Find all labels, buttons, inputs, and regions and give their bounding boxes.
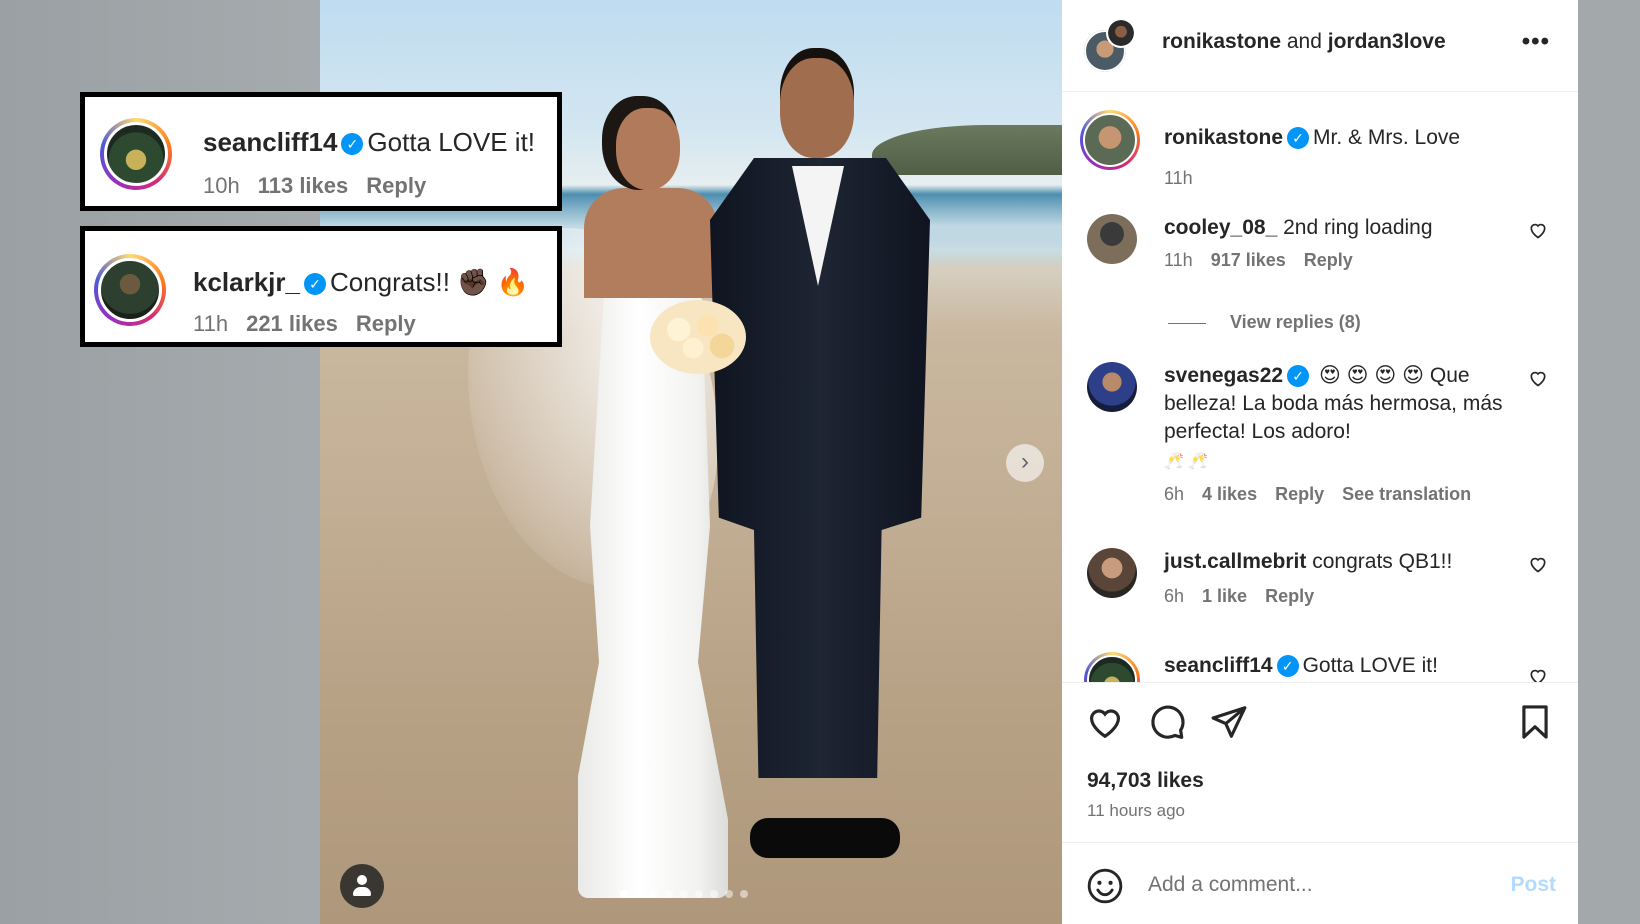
callout-likes[interactable]: 221 likes (246, 311, 338, 336)
caption-username[interactable]: ronikastone (1164, 126, 1283, 149)
callout-text: Gotta LOVE it! (367, 127, 536, 157)
collaborator-username[interactable]: jordan3love (1328, 30, 1446, 53)
photo-groom-head (780, 58, 854, 158)
carousel-dot (650, 890, 658, 898)
next-slide-chevron-icon[interactable]: › (1006, 444, 1044, 482)
author-username[interactable]: ronikastone (1162, 30, 1281, 53)
callout-username[interactable]: kclarkjr_ (193, 267, 300, 297)
comment-icon[interactable] (1148, 703, 1186, 741)
carousel-dot (740, 890, 748, 898)
comment-username[interactable]: seancliff14 (1164, 654, 1273, 677)
comment-likes[interactable]: 1 like (1202, 586, 1247, 606)
post-authors: ronikastone and jordan3love (1162, 30, 1446, 54)
carousel-indicator (620, 890, 748, 898)
photo-bouquet (650, 300, 746, 374)
comment-username[interactable]: svenegas22 (1164, 364, 1283, 387)
carousel-dot (620, 890, 628, 898)
share-icon[interactable] (1210, 703, 1248, 741)
carousel-dot (680, 890, 688, 898)
photo-groom (710, 58, 940, 868)
add-comment-bar: Post (1062, 842, 1578, 924)
avatar[interactable] (100, 118, 172, 190)
callout-likes[interactable]: 113 likes (258, 173, 349, 198)
avatar[interactable] (1087, 548, 1137, 598)
tagged-people-icon[interactable] (340, 864, 384, 908)
likes-count[interactable]: 94,703 likes (1087, 769, 1204, 793)
heart-icon[interactable] (1086, 703, 1124, 741)
callout-reply-button[interactable]: Reply (366, 173, 426, 198)
verified-badge-icon: ✓ (1287, 127, 1310, 150)
post-actions: 94,703 likes 11 hours ago (1062, 682, 1578, 842)
highlight-comment-seancliff14: seancliff14 ✓ Gotta LOVE it! 10h 113 likes R… (80, 92, 562, 211)
comment-likes[interactable]: 917 likes (1211, 250, 1286, 270)
see-translation-button[interactable]: See translation (1342, 484, 1471, 504)
carousel-dot (710, 890, 718, 898)
callout-time: 10h (203, 173, 240, 198)
post-timestamp: 11 hours ago (1087, 801, 1185, 820)
reply-button[interactable]: Reply (1275, 484, 1324, 504)
authors-conjunction: and (1286, 30, 1322, 53)
photo-bride-shoulders (584, 188, 718, 298)
comments-list[interactable]: ronikastone ✓ Mr. & Mrs. Love 11h cooley_0… (1062, 92, 1578, 682)
comment-emoji: 😍 😍 😍 😍 (1318, 364, 1425, 387)
avatar[interactable] (1087, 362, 1137, 412)
comment-username[interactable]: cooley_08_ (1164, 216, 1277, 239)
carousel-dot (665, 890, 673, 898)
avatar[interactable] (1080, 110, 1140, 170)
more-options-icon[interactable]: ••• (1522, 30, 1550, 54)
comment-text: 2nd ring loading (1283, 216, 1433, 239)
comment-time: 6h (1164, 484, 1185, 504)
avatar[interactable] (1087, 214, 1137, 264)
reply-button[interactable]: Reply (1265, 586, 1314, 606)
photo-shoes (750, 818, 900, 858)
comment-text: Gotta LOVE it! (1302, 654, 1438, 677)
photo-bride-head (616, 108, 680, 190)
verified-badge-icon: ✓ (1276, 655, 1299, 678)
callout-text: Congrats!! ✊🏿 🔥 (329, 267, 530, 297)
post-sidebar: ronikastone and jordan3love ••• ronikast… (1062, 0, 1578, 924)
comment-likes[interactable]: 4 likes (1202, 484, 1257, 504)
view-replies-button[interactable]: View replies (8) (1168, 312, 1361, 333)
heart-icon[interactable] (1528, 368, 1548, 388)
highlight-comment-kclarkjr: kclarkjr_ ✓ Congrats!! ✊🏿 🔥 11h 221 likes Re… (80, 226, 562, 347)
photo-bride (468, 108, 732, 898)
reply-button[interactable]: Reply (1304, 250, 1353, 270)
carousel-dot (725, 890, 733, 898)
heart-icon[interactable] (1528, 666, 1548, 682)
caption-text: Mr. & Mrs. Love (1313, 126, 1461, 149)
emoji-icon[interactable] (1086, 867, 1124, 905)
avatar[interactable] (1106, 18, 1136, 48)
bookmark-icon[interactable] (1516, 703, 1554, 741)
caption-time: 11h (1164, 168, 1193, 188)
verified-badge-icon: ✓ (303, 273, 326, 296)
carousel-dot (695, 890, 703, 898)
post-header: ronikastone and jordan3love ••• (1062, 0, 1578, 92)
comment-username[interactable]: just.callmebrit (1164, 550, 1306, 573)
verified-badge-icon: ✓ (1287, 365, 1310, 388)
comment-input[interactable] (1148, 869, 1478, 901)
comment-emoji: 🥂 🥂 (1164, 453, 1209, 470)
heart-icon[interactable] (1528, 554, 1548, 574)
avatar[interactable] (94, 254, 166, 326)
heart-icon[interactable] (1528, 220, 1548, 240)
verified-badge-icon: ✓ (341, 133, 364, 156)
callout-time: 11h (193, 311, 229, 336)
callout-username[interactable]: seancliff14 (203, 127, 337, 157)
carousel-dot (635, 890, 643, 898)
avatar[interactable] (1084, 652, 1140, 682)
comment-time: 6h (1164, 586, 1185, 606)
comment-text: congrats QB1!! (1312, 550, 1453, 573)
comment-time: 11h (1164, 250, 1193, 270)
post-comment-button[interactable]: Post (1510, 873, 1556, 897)
callout-reply-button[interactable]: Reply (356, 311, 416, 336)
